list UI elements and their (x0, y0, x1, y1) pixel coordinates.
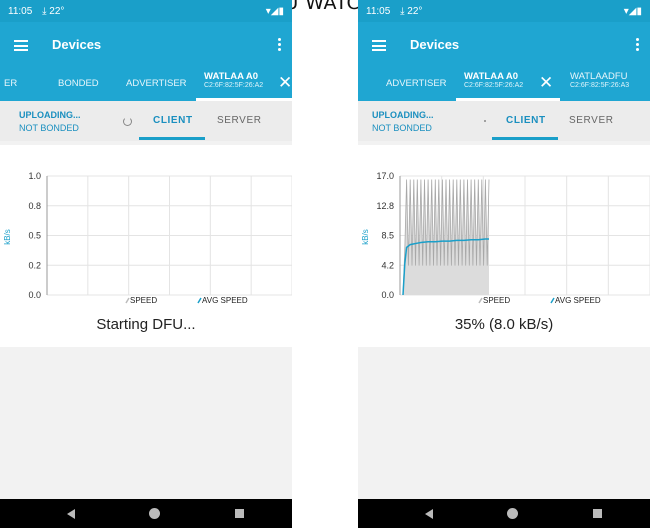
phone-screen-starting: 11:05 ⤓ 22° ▾◢▮ Devices ER BONDED ADVERT… (0, 0, 292, 528)
y-tick-label: 0.5 (28, 231, 41, 241)
legend-avg-label: AVG SPEED (202, 296, 248, 305)
legend-avg-label: AVG SPEED (555, 296, 601, 305)
close-tab-icon[interactable]: ✕ (539, 73, 553, 93)
legend-avg-swatch (550, 297, 555, 304)
y-tick-label: 8.5 (381, 231, 394, 241)
phone-screen-uploading: 11:05 ⤓ 22° ▾◢▮ Devices ADVERTISER WATLA… (358, 0, 650, 528)
y-tick-label: 1.0 (28, 171, 41, 181)
legend-speed-swatch (478, 297, 483, 304)
empty-area (358, 347, 650, 499)
wifi-battery-icon: ▾◢▮ (265, 6, 284, 17)
tab-client[interactable]: CLIENT (153, 115, 193, 126)
legend-avg-swatch (197, 297, 202, 304)
connection-bar: UPLOADING... NOT BONDED CLIENT SERVER (358, 101, 650, 141)
y-axis-label: kB/s (3, 229, 12, 245)
back-icon[interactable] (425, 509, 433, 519)
progress-text: Starting DFU... (96, 316, 196, 333)
tab-device-address: C2:6F:82:5F:26:A2 (464, 82, 524, 89)
download-icon: ⤓ (42, 6, 47, 17)
tab-device-address: C2:6F:82:5F:26:A3 (570, 82, 630, 89)
status-temp: 22° (407, 6, 423, 17)
tab-watlaa-a0[interactable]: WATLAA A0 C2:6F:82:5F:26:A2 (464, 68, 544, 101)
tab-client[interactable]: CLIENT (506, 115, 546, 126)
tab-watlaadfu[interactable]: WATLAADFU C2:6F:82:5F:26:A3 (570, 68, 650, 101)
y-tick-label: 12.8 (376, 201, 394, 211)
home-icon[interactable] (507, 508, 518, 519)
bond-status: NOT BONDED (372, 123, 432, 133)
speed-chart: 1.0 0.8 0.5 0.2 0.0 kB/s SPEED AVG SPEED (3, 171, 292, 305)
download-icon: ⤓ (400, 6, 405, 17)
tab-er[interactable]: ER (4, 68, 17, 101)
status-bar: 11:05 ⤓ 22° ▾◢▮ (0, 0, 292, 22)
upload-status: UPLOADING... (372, 110, 434, 120)
app-bar: Devices (358, 22, 650, 68)
empty-area (0, 347, 292, 499)
app-bar: Devices (0, 22, 292, 68)
tab-server[interactable]: SERVER (217, 115, 262, 126)
menu-icon[interactable] (372, 40, 386, 51)
legend-speed-label: SPEED (130, 296, 157, 305)
tab-advertiser[interactable]: ADVERTISER (126, 68, 187, 101)
home-icon[interactable] (149, 508, 160, 519)
back-icon[interactable] (67, 509, 75, 519)
status-temp: 22° (49, 6, 65, 17)
tab-bonded[interactable]: BONDED (58, 68, 99, 101)
y-tick-label: 0.0 (381, 290, 394, 300)
legend-speed-swatch (125, 297, 130, 304)
y-tick-label: 17.0 (376, 171, 394, 181)
client-tab-indicator (492, 137, 558, 140)
recents-icon[interactable] (235, 509, 244, 518)
connection-bar: UPLOADING... NOT BONDED CLIENT SERVER (0, 101, 292, 141)
client-tab-indicator (139, 137, 205, 140)
overflow-menu-icon[interactable] (278, 38, 282, 53)
y-tick-label: 0.8 (28, 201, 41, 211)
progress-text: 35% (8.0 kB/s) (454, 316, 554, 333)
tab-advertiser[interactable]: ADVERTISER (386, 68, 447, 101)
tab-watlaa-a0[interactable]: WATLAA A0 C2:6F:82:5F:26:A2 (204, 68, 284, 101)
navigation-bar (0, 499, 292, 528)
status-time: 11:05 (8, 6, 33, 17)
navigation-bar (358, 499, 650, 528)
status-bar: 11:05 ⤓ 22° ▾◢▮ (358, 0, 650, 22)
menu-icon[interactable] (14, 40, 28, 51)
y-tick-label: 0.0 (28, 290, 41, 300)
device-tabs: ADVERTISER WATLAA A0 C2:6F:82:5F:26:A2 ✕… (358, 68, 650, 101)
loading-spinner-icon (123, 117, 132, 126)
app-title: Devices (52, 37, 102, 52)
close-tab-icon[interactable]: ✕ (278, 73, 292, 93)
device-tabs: ER BONDED ADVERTISER WATLAA A0 C2:6F:82:… (0, 68, 292, 101)
y-tick-label: 4.2 (381, 260, 394, 270)
upload-status: UPLOADING... (19, 110, 81, 120)
tab-device-address: C2:6F:82:5F:26:A2 (204, 82, 264, 89)
status-time: 11:05 (366, 6, 391, 17)
wifi-battery-icon: ▾◢▮ (623, 6, 642, 17)
overflow-menu-icon[interactable] (636, 38, 640, 53)
recents-icon[interactable] (593, 509, 602, 518)
tab-server[interactable]: SERVER (569, 115, 614, 126)
legend-speed-label: SPEED (483, 296, 510, 305)
app-title: Devices (410, 37, 460, 52)
y-tick-label: 0.2 (28, 260, 41, 270)
speed-chart: 17.0 12.8 8.5 4.2 0.0 kB/s SPEED AVG SPEED (361, 171, 650, 305)
y-axis-label: kB/s (361, 229, 370, 245)
bond-status: NOT BONDED (19, 123, 79, 133)
loading-spinner-icon (484, 120, 486, 122)
